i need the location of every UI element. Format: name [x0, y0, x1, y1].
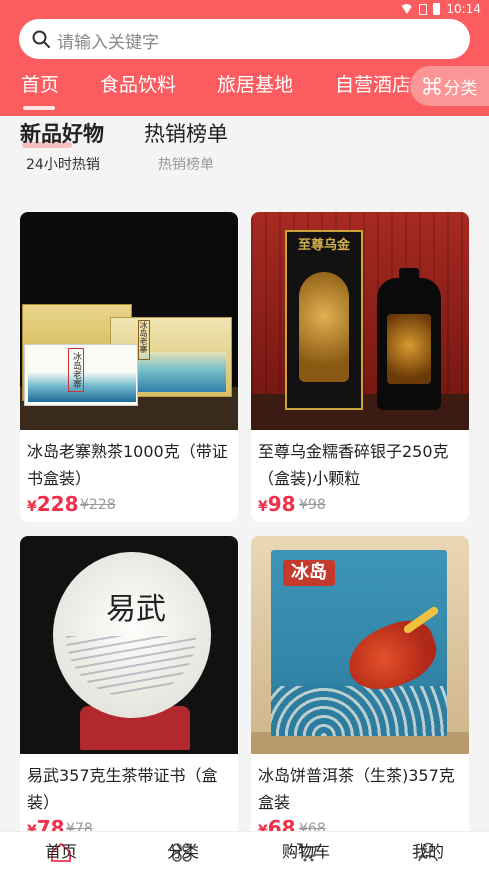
bottom-tab-bar: 首页 分类 购物车 我的: [0, 831, 489, 871]
product-image: 至尊乌金: [251, 212, 469, 430]
original-price: ¥228: [80, 497, 116, 513]
tab-new-products-subtitle: 24小时热销: [26, 157, 100, 173]
product-tabs: 新品好物 24小时热销 热销榜单 热销榜单: [0, 116, 489, 196]
content-area[interactable]: 新品好物 24小时热销 热销榜单 热销榜单 冰岛老寨 冰岛老寨 冰岛老寨熟茶10…: [0, 116, 489, 831]
product-price: ¥98: [258, 492, 296, 516]
nav-tab-home[interactable]: 首页: [21, 70, 59, 97]
category-nav: 首页 食品饮料 旅居基地 自营酒店 分类: [0, 62, 489, 110]
header: 10:14 请输入关键字 首页 食品饮料 旅居基地 自营酒店 分类: [0, 0, 489, 116]
status-time: 10:14: [446, 2, 481, 16]
currency-symbol: ¥: [27, 499, 37, 515]
product-name: 冰岛饼普洱茶（生茶)357克盒装: [258, 766, 455, 812]
original-price: ¥68: [299, 821, 326, 831]
bottom-tab-category[interactable]: 分类: [133, 838, 233, 862]
search-input[interactable]: 请输入关键字: [19, 19, 470, 59]
category-button[interactable]: 分类: [410, 66, 489, 106]
nav-tab-travel[interactable]: 旅居基地: [217, 70, 293, 97]
product-card[interactable]: 至尊乌金 至尊乌金糯香碎银子250克（盒装)小颗粒 ¥98 ¥98: [251, 212, 469, 522]
product-price: ¥68: [258, 816, 296, 831]
original-price: ¥78: [66, 821, 93, 831]
product-image-label: 冰岛老寨: [138, 320, 150, 360]
command-icon: [422, 77, 441, 95]
product-name: 易武357克生茶带证书（盒装）: [27, 766, 218, 812]
product-name: 冰岛老寨熟茶1000克（带证书盒装）: [27, 442, 228, 488]
status-bar: 10:14: [0, 0, 489, 18]
bottom-tab-cart[interactable]: 购物车: [256, 838, 356, 862]
product-card[interactable]: 易武 易武357克生茶带证书（盒装） ¥78 ¥78: [20, 536, 238, 831]
tab-hot-list[interactable]: 热销榜单: [144, 118, 228, 148]
search-icon: [32, 30, 50, 48]
bottom-tab-mine[interactable]: 我的: [378, 838, 478, 862]
price-value: 68: [267, 816, 296, 831]
product-image-label: 冰岛: [283, 560, 335, 586]
category-button-label: 分类: [443, 78, 478, 99]
product-image: 易武: [20, 536, 238, 754]
currency-symbol: ¥: [258, 499, 268, 515]
product-image-label: 冰岛老寨: [68, 348, 84, 392]
tab-hot-list-subtitle: 热销榜单: [158, 157, 214, 173]
wifi-icon: [400, 4, 414, 14]
product-card[interactable]: 冰岛老寨 冰岛老寨 冰岛老寨熟茶1000克（带证书盒装） ¥228 ¥228: [20, 212, 238, 522]
product-price: ¥228: [27, 492, 79, 516]
price-value: 78: [36, 816, 65, 831]
original-price: ¥98: [299, 497, 326, 513]
price-value: 98: [267, 492, 296, 516]
product-image-label: 易武: [106, 592, 166, 627]
sim-icon: [419, 3, 428, 15]
product-image: 冰岛: [251, 536, 469, 754]
nav-active-indicator: [23, 106, 55, 110]
nav-tab-food[interactable]: 食品饮料: [100, 70, 176, 97]
search-placeholder: 请输入关键字: [57, 33, 159, 53]
bottom-tab-home[interactable]: 首页: [11, 838, 111, 862]
tab-new-products[interactable]: 新品好物: [20, 118, 104, 148]
product-image-label: 至尊乌金: [297, 238, 350, 253]
product-price: ¥78: [27, 816, 65, 831]
product-card[interactable]: 冰岛 冰岛饼普洱茶（生茶)357克盒装 ¥68 ¥68: [251, 536, 469, 831]
currency-symbol: ¥: [27, 823, 37, 831]
battery-icon: [433, 3, 441, 15]
price-value: 228: [36, 492, 79, 516]
currency-symbol: ¥: [258, 823, 268, 831]
product-image: 冰岛老寨 冰岛老寨: [20, 212, 238, 430]
product-name: 至尊乌金糯香碎银子250克（盒装)小颗粒: [258, 442, 449, 488]
